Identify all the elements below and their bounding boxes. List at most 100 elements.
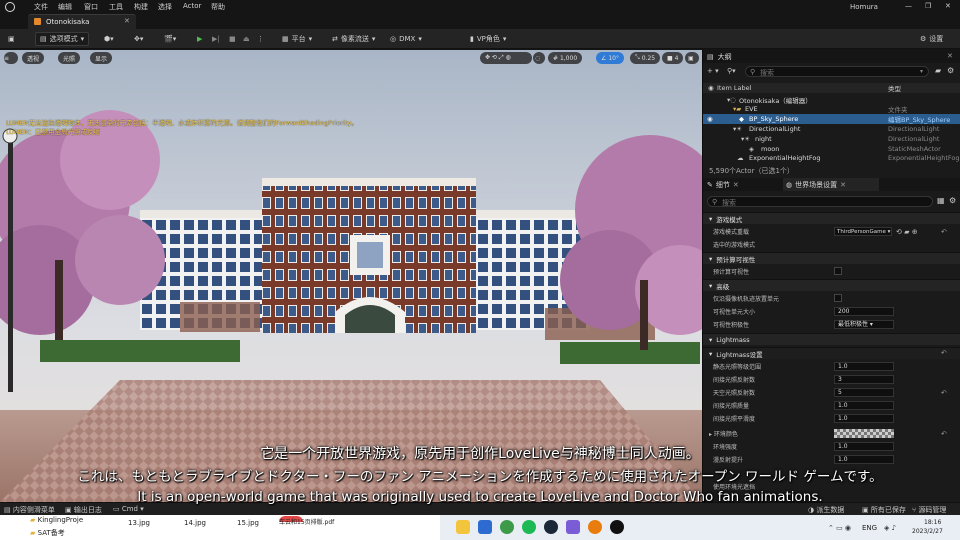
env-color-swatch[interactable] (834, 429, 894, 438)
scale-snap-button[interactable]: ⤡ 0.25 (630, 52, 661, 64)
section-game-mode[interactable]: ▾ 游戏模式 (703, 212, 960, 224)
tab-world-settings[interactable]: ◍ 世界场景设置 ✕ (783, 178, 879, 191)
add-filter-icon[interactable]: + ▾ (707, 67, 719, 75)
unreal-engine-icon[interactable] (610, 520, 624, 534)
menu-help[interactable]: 帮助 (211, 2, 225, 12)
tray-icons[interactable]: ⌃ ▭ ◉ (828, 524, 851, 532)
menu-edit[interactable]: 编辑 (58, 2, 72, 12)
spotify-icon[interactable] (522, 520, 536, 534)
reset-arrow-icon[interactable]: ↶ (941, 389, 947, 397)
play-options-icon[interactable]: ⋮ (257, 32, 264, 46)
close-panel-icon[interactable]: ✕ (947, 52, 953, 60)
lit-button[interactable]: 光照 (58, 52, 81, 64)
outliner-row-sky-sphere[interactable]: ◉ ◆ BP_Sky_Sphere 编辑BP_Sky_Sphere (703, 114, 960, 124)
game-mode-dropdown[interactable]: ThirdPersonGame ▾ (834, 227, 892, 236)
vp-role-button[interactable]: ▮ VP角色 ▾ (470, 32, 506, 46)
clock-date[interactable]: 2023/2/27 (912, 528, 943, 535)
gear-icon[interactable]: ⚙ (947, 66, 954, 75)
chrome-icon[interactable] (500, 520, 514, 534)
menu-file[interactable]: 文件 (34, 2, 48, 12)
static-light-levels-input[interactable]: 1.0 (834, 362, 894, 371)
surface-snap-icon[interactable]: ◌ (533, 52, 545, 64)
menu-build[interactable]: 构建 (134, 2, 148, 12)
close-tab-icon[interactable]: ✕ (733, 181, 739, 189)
input-language[interactable]: ENG (862, 524, 877, 532)
details-search-input[interactable]: ⚲ 搜索 (707, 196, 933, 207)
content-drawer-button[interactable]: ▤ 内容侧滑菜单 (4, 505, 55, 515)
network-volume-icons[interactable]: ◈ ♪ (884, 524, 896, 532)
clock-time[interactable]: 18:16 (924, 519, 941, 526)
prop-selected-game-mode[interactable]: 选中的游戏模式 (703, 238, 960, 251)
taskbar-app-icon[interactable] (478, 520, 492, 534)
outliner-row-moon[interactable]: ◈ moon StaticMeshActor (703, 144, 960, 154)
outliner-row-night[interactable]: ▾☀ night DirectionalLight (703, 134, 960, 144)
reset-arrow-icon[interactable]: ↶ (941, 430, 947, 438)
reset-arrow-icon[interactable]: ↶ (941, 228, 947, 236)
menu-window[interactable]: 窗口 (84, 2, 98, 12)
perspective-button[interactable]: 透视 (22, 52, 45, 64)
indirect-bounces-input[interactable]: 3 (834, 375, 894, 384)
eye-icon[interactable]: ◉ (707, 115, 713, 123)
close-tab-icon[interactable]: ✕ (840, 181, 846, 189)
vis-aggressiveness-dropdown[interactable]: 最低积极性 ▾ (834, 320, 894, 329)
section-lightmass[interactable]: ▾ Lightmass (703, 333, 960, 345)
grid-snap-button[interactable]: # 1,000 (548, 52, 583, 64)
derived-data-button[interactable]: ◑ 派生数据 (808, 505, 844, 515)
file-explorer-icon[interactable] (456, 520, 470, 534)
settings-button[interactable]: ⚙ 设置 (920, 32, 943, 46)
all-saved-button[interactable]: ▣ 所有已保存 (862, 505, 906, 515)
blender-icon[interactable] (588, 520, 602, 534)
tab-details[interactable]: ✎ 细节 ✕ (707, 178, 739, 191)
platform-button[interactable]: ▦ 平台 ▾ (282, 32, 312, 46)
col-type[interactable]: 类型 (888, 83, 901, 93)
steam-icon[interactable] (544, 520, 558, 534)
maximize-viewport-icon[interactable]: ▣ (685, 52, 699, 64)
menu-actor[interactable]: Actor (183, 2, 201, 10)
outliner-row-fog[interactable]: ☁ ExponentialHeightFog ExponentialHeight… (703, 154, 960, 162)
dmx-button[interactable]: ◎ DMX ▾ (390, 32, 422, 46)
explorer-folder-item[interactable]: ▰ KinglingProje (30, 516, 83, 524)
eject-button[interactable]: ⏏ (243, 32, 250, 46)
section-advanced[interactable]: ▾ 高级 (703, 279, 960, 291)
reset-arrow-icon[interactable]: ↶ (941, 349, 947, 357)
stop-button[interactable]: ■ (229, 32, 236, 46)
source-control-button[interactable]: ⑂ 源码管理 (912, 505, 946, 515)
filter-icon[interactable]: ⚲▾ (727, 67, 736, 75)
show-button[interactable]: 显示 (90, 52, 113, 64)
viewport-menu-icon[interactable]: ≡ (4, 52, 18, 64)
browse-asset-icons[interactable]: ⟲ ▰ ⊕ (896, 228, 918, 236)
level-viewport[interactable]: ≡ 透视 光照 显示 ✥ ⟲ ⤢ ◍ ◌ # 1,000 ∠ 10° ⤡ 0.2… (0, 50, 702, 502)
file-item[interactable]: 车云和15页排版.pdf (279, 519, 335, 527)
indirect-quality-input[interactable]: 1.0 (834, 401, 894, 410)
select-mode-dropdown[interactable]: ▤ 选项模式 ▾ (35, 32, 90, 46)
folder-add-icon[interactable]: ▰ (935, 66, 941, 75)
explorer-folder-item[interactable]: ▰ SAT备考 (30, 528, 65, 538)
section-precomputed-visibility[interactable]: ▾ 预计算可视性 (703, 252, 960, 264)
rotation-snap-button[interactable]: ∠ 10° (596, 52, 624, 64)
maximize-button[interactable]: ❐ (925, 2, 931, 10)
outliner-search-input[interactable]: ⚲ 搜索 ▾ (745, 66, 929, 77)
table-view-icon[interactable]: ▦ (937, 196, 945, 205)
taskbar-app-icon[interactable] (566, 520, 580, 534)
file-item[interactable]: 15.jpg (237, 519, 259, 527)
gear-icon[interactable]: ⚙ (949, 196, 956, 205)
sky-bounces-input[interactable]: 5 (834, 388, 894, 397)
minimize-button[interactable]: — (905, 2, 912, 10)
pixel-streaming-button[interactable]: ⇄ 像素流送 ▾ (332, 32, 375, 46)
camera-speed-button[interactable]: ■ 4 (662, 52, 684, 64)
add-actor-icon[interactable]: ⬢▾ (104, 32, 114, 46)
save-icon[interactable]: ▣ (8, 32, 15, 46)
cmd-button[interactable]: ▭ Cmd ▾ (113, 505, 144, 513)
blueprint-icon[interactable]: ✥▾ (134, 32, 143, 46)
outliner-row-eve[interactable]: ▾▰ EVE 文件夹 (703, 104, 960, 114)
play-button[interactable]: ▶ (197, 32, 202, 46)
close-button[interactable]: ✕ (945, 2, 951, 10)
outliner-row-directional-light[interactable]: ▾☀ DirectionalLight DirectionalLight (703, 124, 960, 134)
menu-select[interactable]: 选择 (158, 2, 172, 12)
file-item[interactable]: 14.jpg (184, 519, 206, 527)
tab-close-icon[interactable]: ✕ (124, 17, 130, 25)
section-lightmass-settings[interactable]: ▾ Lightmass设置 ↶ (703, 347, 960, 359)
file-item[interactable]: 13.jpg (128, 519, 150, 527)
step-button[interactable]: ▶| (212, 32, 220, 46)
tab-otonokisaka[interactable]: Otonokisaka ✕ (28, 14, 136, 29)
